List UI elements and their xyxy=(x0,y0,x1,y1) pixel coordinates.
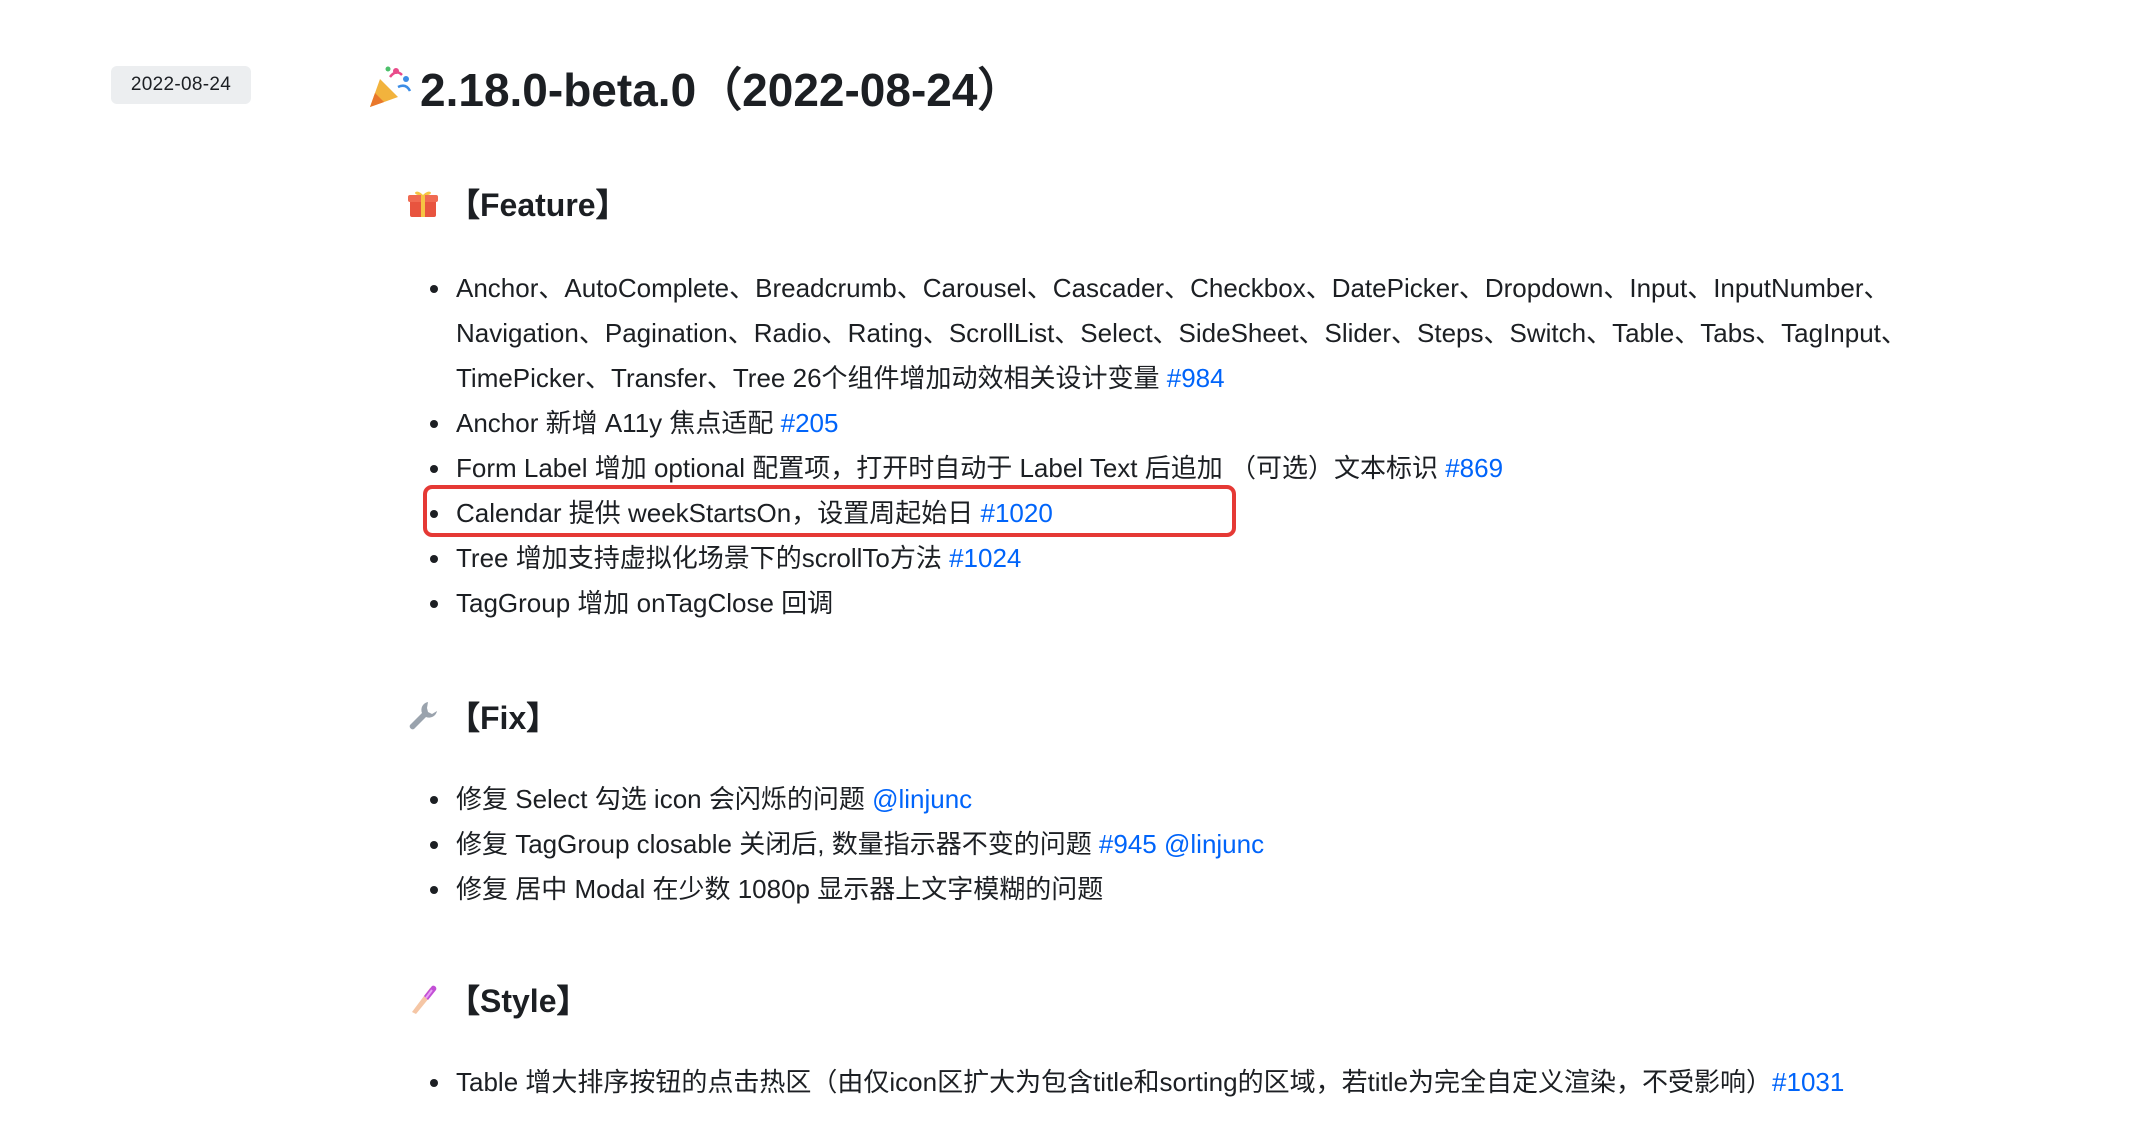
style-heading: 【Style】 xyxy=(406,976,589,1022)
release-title-text: 2.18.0-beta.0（2022-08-24） xyxy=(420,64,1024,116)
list-item: 修复 TagGroup closable 关闭后, 数量指示器不变的问题 #94… xyxy=(429,822,1264,867)
item-text: Anchor、AutoComplete、Breadcrumb、Carousel、… xyxy=(456,273,1890,303)
pr-link[interactable]: #1031 xyxy=(1772,1067,1844,1097)
gift-icon xyxy=(408,191,438,217)
fix-heading: 【Fix】 xyxy=(406,693,558,739)
release-title: 2.18.0-beta.0（2022-08-24） xyxy=(366,52,1023,122)
list-item: Tree 增加支持虚拟化场景下的scrollTo方法 #1024 xyxy=(429,536,1021,581)
user-link[interactable]: @linjunc xyxy=(872,784,972,814)
item-text: 修复 Select 勾选 icon 会闪烁的问题 xyxy=(456,784,873,814)
list-item: Anchor、AutoComplete、Breadcrumb、Carousel、… xyxy=(430,266,1890,311)
list-item-continued: Navigation、Pagination、Radio、Rating、Scrol… xyxy=(456,311,1907,356)
pr-link[interactable]: #205 xyxy=(781,408,839,438)
user-link[interactable]: @linjunc xyxy=(1164,829,1264,859)
pr-link[interactable]: #984 xyxy=(1167,363,1225,393)
list-item: 修复 Select 勾选 icon 会闪烁的问题 @linjunc xyxy=(429,777,972,822)
item-text: 修复 TagGroup closable 关闭后, 数量指示器不变的问题 xyxy=(456,829,1099,859)
list-item: Anchor 新增 A11y 焦点适配 #205 xyxy=(429,401,839,446)
feature-heading-text: 【Feature】 xyxy=(448,187,628,223)
item-text: Anchor 新增 A11y 焦点适配 xyxy=(456,408,781,438)
pr-link[interactable]: #945 xyxy=(1099,829,1157,859)
item-text: 修复 居中 Modal 在少数 1080p 显示器上文字模糊的问题 xyxy=(456,874,1104,904)
highlight-annotation xyxy=(423,485,1236,537)
item-text: Navigation、Pagination、Radio、Rating、Scrol… xyxy=(456,318,1907,348)
party-popper-icon xyxy=(370,66,412,107)
list-item: Table 增大排序按钮的点击热区（由仅icon区扩大为包含title和sort… xyxy=(429,1060,1844,1105)
list-item-continued: TimePicker、Transfer、Tree 26个组件增加动效相关设计变量… xyxy=(456,356,1225,401)
item-text: Form Label 增加 optional 配置项，打开时自动于 Label … xyxy=(456,453,1446,483)
fix-heading-text: 【Fix】 xyxy=(448,700,559,736)
pr-link[interactable]: #1024 xyxy=(949,543,1021,573)
list-item: TagGroup 增加 onTagClose 回调 xyxy=(429,581,834,626)
wrench-icon xyxy=(409,702,437,730)
list-item: 修复 居中 Modal 在少数 1080p 显示器上文字模糊的问题 xyxy=(429,867,1104,912)
style-heading-text: 【Style】 xyxy=(448,983,589,1019)
feature-heading: 【Feature】 xyxy=(406,180,628,226)
item-text: Tree 增加支持虚拟化场景下的scrollTo方法 xyxy=(456,543,950,573)
pr-link[interactable]: #869 xyxy=(1445,453,1503,483)
item-text: TagGroup 增加 onTagClose 回调 xyxy=(456,588,834,618)
item-text: TimePicker、Transfer、Tree 26个组件增加动效相关设计变量 xyxy=(456,363,1167,393)
item-text: Table 增大排序按钮的点击热区（由仅icon区扩大为包含title和sort… xyxy=(456,1067,1773,1097)
date-badge: 2022-08-24 xyxy=(111,66,251,104)
nail-polish-icon xyxy=(412,985,437,1014)
